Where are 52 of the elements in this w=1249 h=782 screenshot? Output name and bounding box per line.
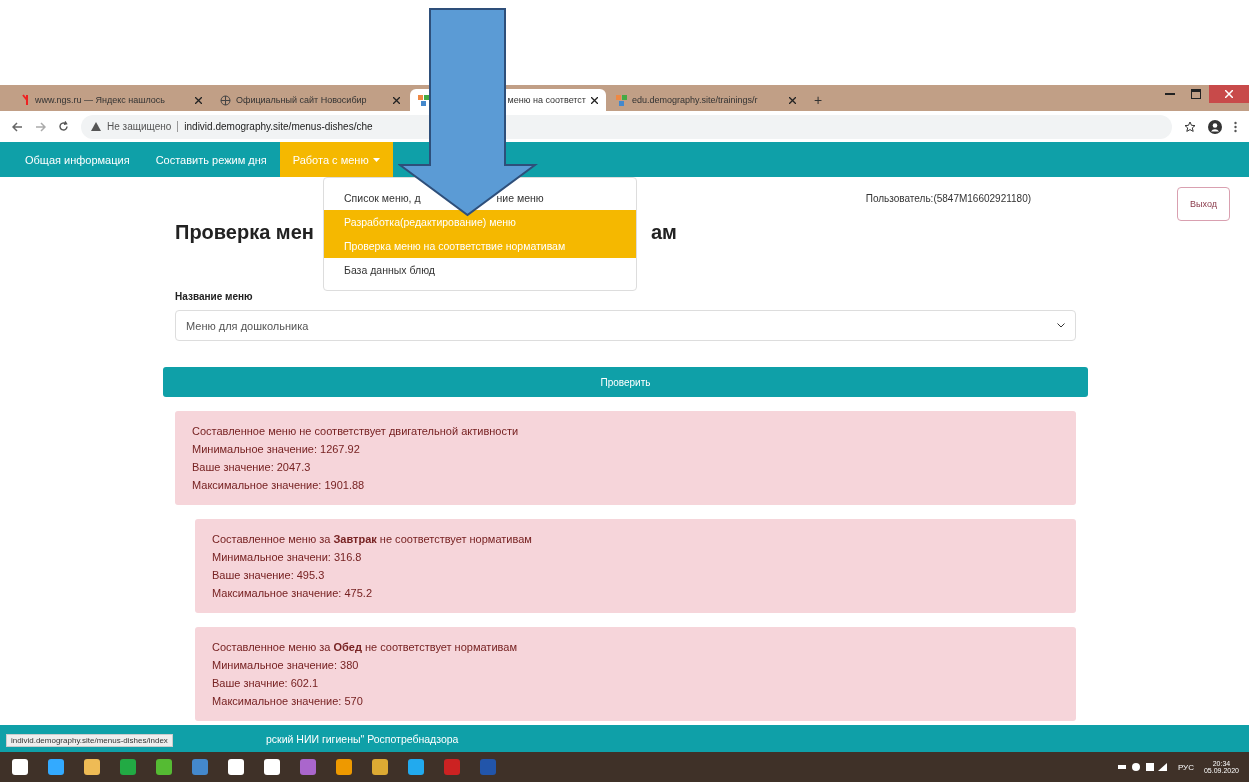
tray-icons-drawing	[1117, 762, 1168, 772]
alert-text: Максимальное значение: 1901.88	[192, 479, 366, 491]
menu-select[interactable]: Меню для дошкольника	[175, 310, 1076, 341]
security-label: Не защищено	[107, 121, 179, 132]
chevron-icon	[1057, 323, 1065, 328]
alert-text: Минимальное значени: 316.8	[212, 551, 363, 563]
alert-text: Ваше значние: 602.1	[212, 677, 320, 689]
close-tab-icon[interactable]	[393, 96, 400, 104]
check-button[interactable]: Проверить	[163, 367, 1088, 397]
user-label: Пользователь:(5847М16602921180)	[865, 192, 1032, 204]
nav-item[interactable]: Общая информация	[12, 142, 143, 177]
more-icon[interactable]	[1234, 120, 1237, 133]
alert-text: Ваше значение: 2047.3	[192, 461, 312, 473]
page-title: ам	[650, 221, 677, 245]
address-bar[interactable]: Не защищено individ.demography.site/menus-dishes/che	[81, 114, 1172, 139]
restore-icon[interactable]	[1191, 89, 1201, 99]
tab-letter-icon	[22, 94, 30, 106]
back-icon[interactable]	[12, 121, 23, 132]
close-tab-icon[interactable]	[789, 96, 796, 104]
logout-button[interactable]: Выход	[1177, 187, 1230, 221]
close-icon[interactable]	[1225, 90, 1233, 98]
new-tab-button[interactable]: +	[806, 92, 831, 111]
alert-text: Максимальное значение: 475.2	[212, 587, 373, 599]
account-icon[interactable]	[1208, 119, 1222, 134]
alert-text: Составленное меню за Обед не соответствует нормативам	[212, 641, 518, 653]
alert-text: Минимальное значение: 380	[212, 659, 360, 671]
footer-text: рский НИИ гигиены" Роспотребнадзора	[266, 732, 459, 745]
nav-item[interactable]: Составить режим дня	[142, 142, 280, 177]
close-tab-icon[interactable]	[195, 96, 202, 104]
url-text: individ.demography.site/menus-dishes/che	[184, 121, 373, 132]
alert-text: Минимальное значение: 1267.92	[192, 443, 361, 455]
alert-text: Составленное меню за Завтрак не соответствует нормативам	[212, 533, 533, 545]
reload-icon[interactable]	[58, 121, 69, 132]
site-logo-icon	[616, 94, 627, 106]
status-url: individ.demography.site/menus-dishes/index	[6, 734, 173, 747]
site-logo-icon	[418, 94, 429, 106]
close-tab-icon[interactable]	[591, 96, 598, 104]
field-label: Название меню	[174, 291, 254, 304]
alert-text: Ваше значение: 495.3	[212, 569, 326, 581]
browser-tab[interactable]: www.ngs.ru — Яндекс нашлось	[14, 89, 210, 111]
minimize-icon[interactable]	[1165, 92, 1175, 96]
globe-icon	[220, 94, 231, 106]
dropdown-item[interactable]: База данных блюд	[324, 258, 636, 282]
alert-text: Составленное меню не соответствует двигательной активности	[192, 425, 520, 437]
warning-icon	[91, 122, 101, 131]
dropdown-item[interactable]: Список меню, д ние меню	[324, 186, 636, 210]
browser-tab[interactable]: Официальный сайт Новосибир	[212, 89, 408, 111]
language-indicator[interactable]: РУС	[1177, 762, 1194, 772]
alert-text: Максимальное значение: 570	[212, 695, 364, 707]
page-title: Проверка мен	[175, 221, 314, 245]
browser-tab[interactable]: edu.demography.site/trainings/r	[608, 89, 804, 111]
star-icon[interactable]	[1184, 120, 1196, 133]
